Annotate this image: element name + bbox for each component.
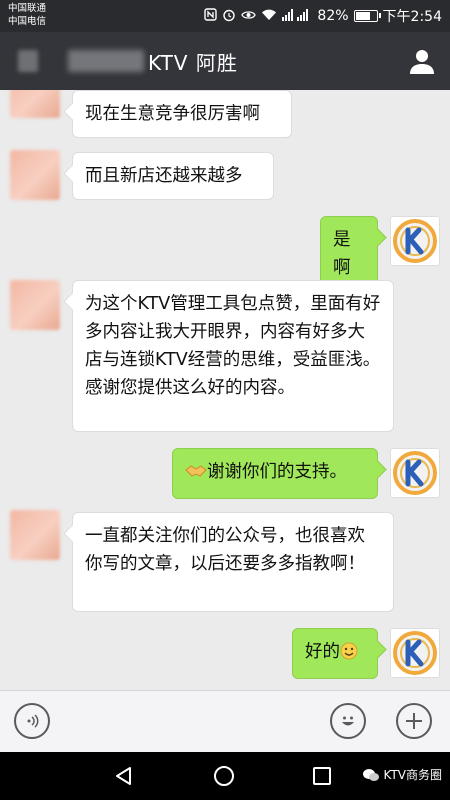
eye-icon [241,9,257,24]
chat-header: KTV 阿胜 [0,32,450,90]
battery-icon [353,10,381,22]
watermark-text: KTV商务圈 [383,768,442,782]
clock: 下午2:54 [382,9,442,25]
my-avatar-ktv-logo[interactable] [390,448,440,498]
contact-profile-icon[interactable] [408,47,436,75]
wechat-icon [362,768,379,781]
plus-icon [406,713,422,729]
emoji-button[interactable] [330,703,366,739]
my-avatar-ktv-logo[interactable] [390,216,440,266]
wifi-icon [261,9,277,24]
message-bubble-sent[interactable]: 好的 [292,628,378,679]
watermark: KTV商务圈 [362,766,442,783]
carrier-2: 中国电信 [8,16,47,27]
voice-input-button[interactable] [14,703,50,739]
message-bubble-received[interactable]: 而且新店还越来越多 [72,152,274,200]
sender-avatar[interactable] [10,150,60,200]
input-bar [0,690,450,753]
emoji-face-icon [342,716,354,726]
recent-apps-button[interactable] [313,767,331,785]
message-bubble-received[interactable]: 现在生意竞争很厉害啊 [72,90,292,138]
home-nav-button[interactable] [214,766,234,786]
message-text: 谢谢你们的支持。 [207,462,347,482]
message-bubble-received[interactable]: 一直都关注你们的公众号，也很喜欢你写的文章，以后还要多多指教啊！ [72,512,394,612]
my-avatar-ktv-logo[interactable] [390,628,440,678]
sender-avatar[interactable] [10,510,60,560]
more-options-button[interactable] [396,703,432,739]
back-area-blurred[interactable] [18,50,38,72]
status-icons: 82% 下午2:54 [204,0,442,32]
carrier-1: 中国联通 [8,3,47,14]
nfc-icon [204,8,218,24]
back-nav-button[interactable] [114,766,134,790]
status-bar: 中国联通 中国电信 82% 下午2:54 [0,0,450,32]
voice-icon [27,714,39,728]
message-text: 好的 [305,642,340,662]
battery-percent: 82% [317,8,349,24]
carrier-info: 中国联通 中国电信 [8,2,46,28]
handshake-icon [185,461,207,489]
sender-avatar[interactable] [10,90,60,118]
back-triangle-icon [116,767,131,785]
sender-avatar[interactable] [10,280,60,330]
message-bubble-received[interactable]: 为这个KTV管理工具包点赞，里面有好多内容让我大开眼界，内容有好多大店与连锁KT… [72,280,394,432]
alarm-icon [222,8,236,25]
message-list[interactable]: 现在生意竞争很厉害啊 而且新店还越来越多 是啊 为这个KTV管理工具包点赞，里面… [0,90,450,690]
name-blurred [68,50,144,72]
signal-icon [282,8,312,24]
smile-icon [340,641,358,669]
chat-title: KTV 阿胜 [148,51,238,75]
message-bubble-sent[interactable]: 谢谢你们的支持。 [172,448,378,499]
system-nav-bar: KTV商务圈 [0,752,450,800]
